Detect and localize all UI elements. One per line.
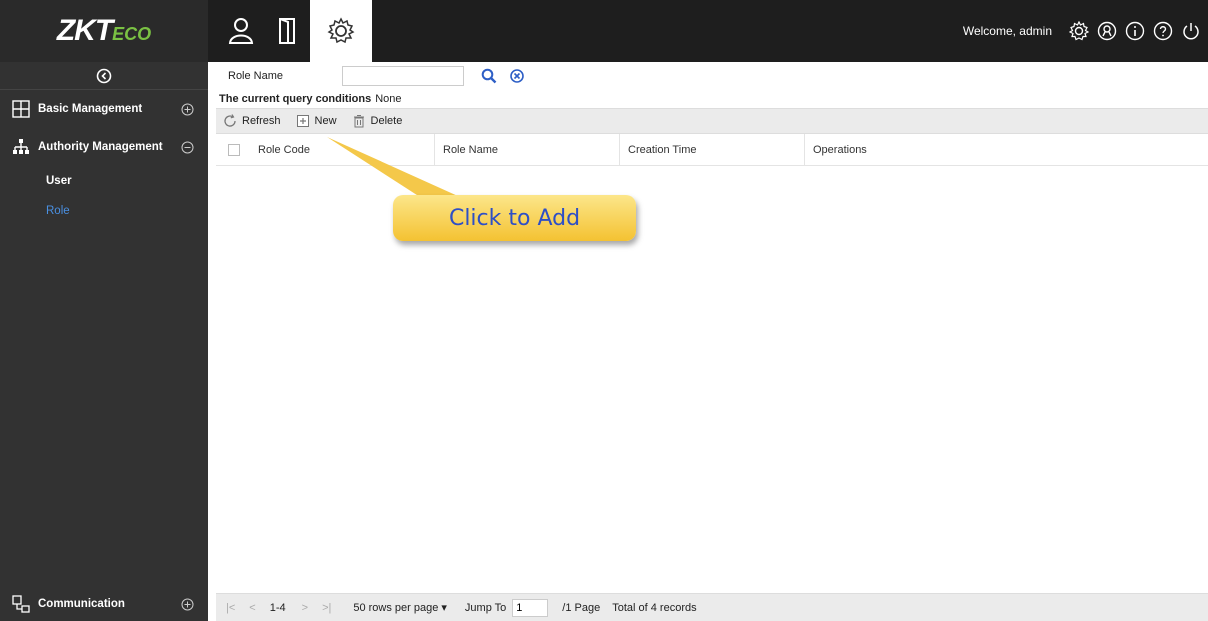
rows-per-page-select[interactable]: 50 rows per page ▾ xyxy=(353,601,447,614)
new-button[interactable]: New xyxy=(295,113,337,129)
click-to-add-callout: Click to Add xyxy=(393,195,636,241)
callout-text: Click to Add xyxy=(448,205,581,231)
first-page-icon[interactable]: |< xyxy=(226,602,235,614)
toolbar: Refresh New Delete xyxy=(216,108,1208,134)
jump-to-label: Jump To xyxy=(464,601,507,614)
sidebar-item-role[interactable]: Role xyxy=(0,196,208,226)
top-nav xyxy=(218,0,372,62)
refresh-button[interactable]: Refresh xyxy=(222,113,281,129)
prev-page-icon[interactable]: < xyxy=(249,602,255,614)
header-right: Welcome, admin xyxy=(963,0,1202,62)
sidebar-section-label: Basic Management xyxy=(38,103,143,115)
refresh-label: Refresh xyxy=(242,115,281,127)
sidebar-section-label: Communication xyxy=(38,598,125,610)
query-conditions: The current query conditions None xyxy=(216,90,1208,108)
person-icon xyxy=(228,18,254,44)
clear-icon[interactable] xyxy=(508,67,526,85)
sidebar-section-authority-management[interactable]: Authority Management xyxy=(0,128,208,166)
sidebar-item-user[interactable]: User xyxy=(0,166,208,196)
nav-system-button[interactable] xyxy=(310,0,372,62)
column-operations[interactable]: Operations xyxy=(813,144,1013,156)
total-records: Total of 4 records xyxy=(612,601,697,614)
new-label: New xyxy=(314,115,337,127)
trash-icon xyxy=(351,113,367,129)
nav-personnel-button[interactable] xyxy=(218,0,264,62)
hierarchy-icon xyxy=(12,138,30,156)
sidebar-section-basic-management[interactable]: Basic Management xyxy=(0,90,208,128)
table-header: Role Code Role Name Creation Time Operat… xyxy=(216,133,1208,166)
sidebar: Basic Management Authority Management Us… xyxy=(0,62,208,621)
query-conditions-value: None xyxy=(375,93,402,105)
nav-access-button[interactable] xyxy=(264,0,310,62)
column-divider xyxy=(804,133,805,166)
welcome-text: Welcome, admin xyxy=(962,24,1052,38)
user-circle-icon[interactable] xyxy=(1096,20,1118,42)
minus-circle-icon[interactable] xyxy=(180,140,194,154)
chevron-left-circle-icon xyxy=(96,68,112,83)
column-role-code[interactable]: Role Code xyxy=(258,144,434,156)
top-bar: ZKTECO Welcome, admin xyxy=(0,0,1208,62)
select-all-checkbox[interactable] xyxy=(228,143,240,156)
page-count: /1 Page xyxy=(562,601,601,614)
refresh-icon xyxy=(222,113,238,129)
network-icon xyxy=(12,595,30,613)
delete-label: Delete xyxy=(370,115,403,127)
sidebar-collapse-button[interactable] xyxy=(0,62,208,90)
help-icon[interactable] xyxy=(1152,20,1174,42)
search-bar: Role Name xyxy=(216,62,1208,90)
grid-icon xyxy=(12,100,30,118)
plus-circle-icon[interactable] xyxy=(180,597,194,611)
column-role-name[interactable]: Role Name xyxy=(443,144,619,156)
power-icon[interactable] xyxy=(1180,20,1202,42)
search-label: Role Name xyxy=(228,70,284,82)
info-icon[interactable] xyxy=(1124,20,1146,42)
column-divider xyxy=(434,133,435,166)
plus-circle-icon[interactable] xyxy=(180,102,194,116)
query-conditions-label: The current query conditions xyxy=(219,93,372,105)
settings-icon[interactable] xyxy=(1068,20,1090,42)
last-page-icon[interactable]: >| xyxy=(322,602,331,614)
logo: ZKTECO xyxy=(0,0,208,62)
next-page-icon[interactable]: > xyxy=(302,602,308,614)
door-icon xyxy=(279,18,295,44)
search-icon[interactable] xyxy=(480,67,498,85)
jump-to-page-input[interactable] xyxy=(512,598,549,617)
column-divider xyxy=(619,133,620,166)
pagination-bar: |< < 1-4 > >| 50 rows per page ▾ Jump To… xyxy=(216,593,1208,621)
new-document-icon xyxy=(295,113,311,129)
page-range: 1-4 xyxy=(269,601,286,614)
logo-text: ZKTECO xyxy=(56,14,152,47)
gear-icon xyxy=(327,17,355,44)
main-content: Role Name The current query conditions N… xyxy=(216,62,1208,621)
delete-button[interactable]: Delete xyxy=(351,113,403,129)
sidebar-section-label: Authority Management xyxy=(38,141,163,153)
role-name-search-input[interactable] xyxy=(342,66,464,86)
column-creation-time[interactable]: Creation Time xyxy=(628,144,804,156)
sidebar-section-communication[interactable]: Communication xyxy=(0,587,208,621)
